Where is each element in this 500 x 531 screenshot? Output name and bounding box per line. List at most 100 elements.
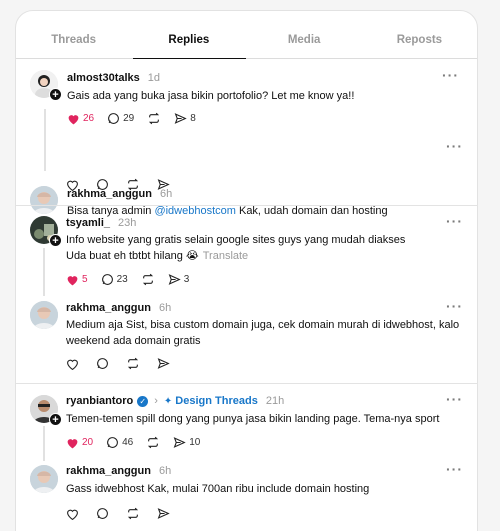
follow-plus-icon[interactable]: + [49, 413, 62, 426]
repost-icon[interactable] [126, 507, 140, 520]
timestamp: 6h [158, 302, 172, 314]
timestamp: 6h [158, 465, 172, 477]
reply-button[interactable]: 29 [107, 112, 134, 125]
like-count: 26 [83, 113, 95, 124]
thread-connector-line [43, 248, 45, 296]
heart-icon [68, 114, 79, 124]
post-text: Info website yang gratis selain google s… [66, 234, 406, 262]
follow-plus-icon[interactable]: + [49, 234, 62, 247]
share-button[interactable]: 10 [173, 436, 200, 449]
community-icon: ✦ [163, 395, 173, 407]
repost-button[interactable] [141, 273, 155, 286]
comment-icon[interactable] [96, 357, 109, 370]
community-link[interactable]: Design Threads [175, 395, 258, 407]
like-count: 5 [82, 274, 88, 285]
comment-icon[interactable] [96, 507, 109, 520]
reply-actions [66, 507, 170, 520]
share-icon[interactable] [157, 178, 170, 191]
repost-icon[interactable] [126, 178, 140, 191]
heart-icon[interactable] [66, 358, 79, 370]
like-button[interactable]: 5 [66, 274, 88, 286]
repost-button[interactable] [146, 436, 160, 449]
repost-button[interactable] [147, 112, 161, 125]
username[interactable]: rakhma_anggun [66, 465, 151, 477]
reply-actions-1 [66, 178, 170, 191]
heart-icon [67, 438, 78, 448]
share-icon [168, 274, 181, 285]
username[interactable]: ryanbiantoro [66, 395, 133, 407]
reply-text: Medium aja Sist, bisa custom domain juga… [66, 319, 460, 347]
translate-link[interactable]: Translate [203, 250, 248, 262]
repost-icon [149, 112, 160, 125]
reply-header: rakhma_anggun 6h [66, 465, 171, 477]
timestamp: 21h [265, 395, 285, 407]
comment-icon[interactable] [96, 178, 109, 191]
post-actions: 26 29 8 [67, 112, 209, 125]
more-icon[interactable]: ··· [442, 67, 459, 83]
mention-link[interactable]: @idwebhostcom [154, 205, 235, 217]
post-header: almost30talks 1d [67, 72, 160, 84]
like-button[interactable]: 26 [67, 113, 94, 125]
reply-count: 46 [122, 437, 134, 448]
tab-reposts[interactable]: Reposts [362, 11, 477, 58]
tab-replies[interactable]: Replies [131, 11, 246, 58]
like-count: 20 [82, 437, 94, 448]
heart-icon[interactable] [66, 179, 79, 191]
share-icon[interactable] [157, 507, 170, 520]
timestamp: 23h [118, 217, 137, 229]
chevron-right-icon: › [154, 395, 158, 407]
avatar[interactable]: + [30, 395, 62, 426]
more-icon[interactable]: ··· [446, 298, 482, 314]
comment-icon [101, 274, 113, 285]
reply-count: 29 [123, 113, 135, 124]
share-count: 10 [189, 437, 201, 448]
reply-count: 23 [116, 274, 128, 285]
more-icon[interactable]: ··· [446, 461, 482, 477]
post-actions: 5 23 3 [66, 273, 202, 286]
username[interactable]: tsyamli_ [66, 217, 110, 229]
reply-header: rakhma_anggun 6h [66, 302, 171, 314]
like-button[interactable]: 20 [66, 437, 93, 449]
repost-icon [148, 436, 159, 449]
divider [16, 205, 478, 206]
more-icon[interactable]: ··· [446, 138, 482, 154]
verified-icon: ✓ [137, 395, 149, 407]
more-icon[interactable]: ··· [446, 391, 482, 407]
post-header: tsyamli_ 23h [66, 217, 136, 229]
divider [16, 383, 478, 384]
avatar[interactable] [30, 301, 58, 329]
comment-icon [107, 437, 119, 448]
share-button[interactable]: 3 [168, 273, 190, 286]
follow-plus-icon[interactable]: + [49, 88, 62, 101]
share-icon[interactable] [157, 357, 170, 370]
avatar[interactable] [30, 186, 58, 214]
share-count: 3 [183, 274, 190, 285]
username[interactable]: almost30talks [67, 72, 140, 84]
share-button[interactable]: 8 [174, 112, 196, 125]
heart-icon [67, 275, 78, 285]
avatar[interactable] [30, 465, 58, 493]
more-icon[interactable]: ··· [446, 213, 482, 229]
share-count: 8 [190, 113, 196, 124]
repost-icon [142, 273, 153, 286]
username[interactable]: rakhma_anggun [66, 302, 151, 314]
post-header: ryanbiantoro ✓ › ✦ Design Threads 21h [66, 395, 284, 407]
avatar[interactable]: + [30, 216, 62, 247]
avatar[interactable]: + [30, 70, 62, 101]
post-text: Gais ada yang buka jasa bikin portofolio… [67, 90, 355, 102]
comment-icon [108, 113, 120, 124]
reply-text: Gass idwebhost Kak, mulai 700an ribu inc… [66, 483, 370, 495]
tab-threads[interactable]: Threads [16, 11, 131, 58]
reply-button[interactable]: 46 [106, 436, 133, 449]
share-icon [173, 437, 186, 448]
timestamp: 1d [147, 72, 161, 84]
heart-icon[interactable] [66, 508, 79, 520]
post-actions: 20 46 10 [66, 436, 213, 449]
tab-media[interactable]: Media [247, 11, 362, 58]
reply-button[interactable]: 23 [101, 273, 128, 286]
post-text: Temen-temen spill dong yang punya jasa b… [66, 413, 440, 425]
repost-icon[interactable] [126, 357, 140, 370]
thread-connector-line [44, 109, 46, 171]
thread-connector-line [43, 426, 45, 461]
reply-actions [66, 357, 170, 370]
